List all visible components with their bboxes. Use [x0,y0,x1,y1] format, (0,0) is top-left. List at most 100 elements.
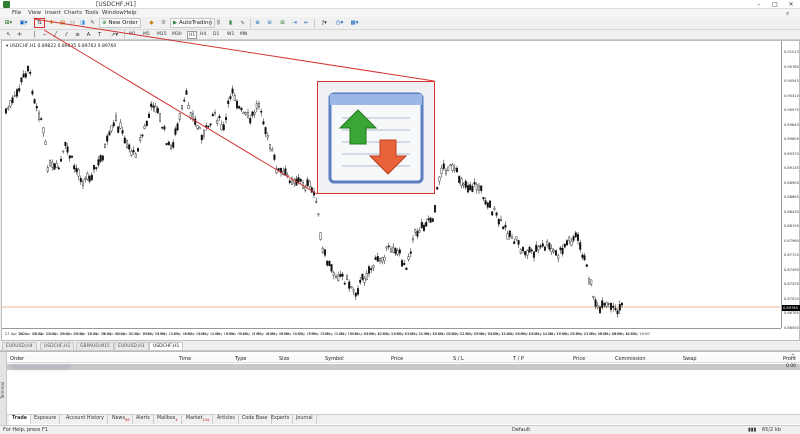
tab-articles[interactable]: Articles [214,415,239,424]
chart-shift-icon[interactable]: ⇤ [302,18,311,28]
chart-tab[interactable]: USDCHF,H1 [40,342,75,350]
close-button[interactable]: ✕ [784,0,798,9]
candle-body [167,141,170,146]
col-profit[interactable]: Profit [783,356,796,362]
chart-tab-active[interactable]: USDCHF,H1 [149,342,184,350]
market-watch-icon[interactable]: ⇅ [34,18,45,28]
tab-label: Market [186,416,203,421]
tab-alerts[interactable]: Alerts [133,415,154,424]
candle-body [537,246,540,250]
line-chart-icon[interactable]: ∿ [238,18,247,28]
menu-window[interactable]: Window [102,10,124,16]
chart-tab[interactable]: GBPAUD,M15 [76,342,114,350]
indicators-icon[interactable]: ƒ▾ [318,18,331,28]
menu-file[interactable]: File [12,10,21,16]
chart-tab[interactable]: EURUSD,H1 [114,342,149,350]
new-chart-icon[interactable]: ⊞▾ [2,18,15,28]
candle-body [539,245,542,248]
col-swap[interactable]: Swap [683,356,697,362]
trendline-icon[interactable]: ╱ [51,30,60,39]
menu-insert[interactable]: Insert [45,10,61,16]
new-order-button[interactable]: ⊕ New Order [99,18,141,28]
horizontal-line-icon[interactable]: ─ [40,30,49,39]
timeframe-m1[interactable]: M1 [129,31,136,39]
timeframe-h4[interactable]: H4 [200,31,206,39]
candle-body [249,118,252,124]
timeframe-w1[interactable]: W1 [227,31,234,39]
candle-body [412,238,415,241]
data-window-icon[interactable]: ▤ [58,18,67,28]
price-tick-label: 0.89605 [784,137,799,141]
zoom-in-icon[interactable]: ⊕ [253,18,262,28]
scroll-chart-icon[interactable]: ⇥ [290,18,299,28]
col-tp[interactable]: T / P [513,356,524,362]
text-tool-icon[interactable]: A [84,30,93,39]
tab-exposure[interactable]: Exposure [31,415,61,424]
menu-help[interactable]: Help [124,10,137,16]
terminal-side-bar[interactable]: Terminal [0,352,7,426]
candle-body [530,249,533,252]
timeframe-h1[interactable]: H1 [187,31,198,39]
candle-body [614,308,617,310]
candle-body [467,185,470,193]
timeframe-d1[interactable]: D1 [213,31,219,39]
col-size[interactable]: Size [279,356,289,362]
profiles-icon[interactable]: ▣▾ [17,18,30,28]
minimize-button[interactable]: – [752,0,766,9]
candle-body [555,250,558,256]
timeframe-mn[interactable]: MN [240,31,247,39]
col-type[interactable]: Type [235,356,246,362]
tab-market[interactable]: Market134 [183,415,214,424]
zoom-out-icon[interactable]: ⊖ [265,18,274,28]
strategy-tester-icon[interactable]: ◨ [78,18,87,28]
candle-body [158,113,161,121]
col-time[interactable]: Time [179,356,191,362]
candle-body [51,161,54,168]
toolbar-separator [314,19,315,28]
options-icon[interactable]: ⚙ [159,18,168,28]
timeframe-m30[interactable]: M30 [172,31,182,39]
candle-body [352,289,355,292]
balance-row[interactable]: 0.00 [7,364,800,370]
tab-mailbox[interactable]: Mailbox4 [154,415,182,424]
tab-account-history[interactable]: Account History [63,415,108,424]
candlestick-icon[interactable]: ▮ [226,18,235,28]
bar-chart-icon[interactable]: ⫼ [214,18,223,28]
metaeditor-icon[interactable]: ✎ [88,18,97,28]
menu-charts[interactable]: Charts [64,10,82,16]
col-price[interactable]: Price [391,356,403,362]
timeframe-m15[interactable]: M15 [157,31,167,39]
periods-icon[interactable]: ◷▾ [333,18,346,28]
navigator-icon[interactable]: ✚ [47,18,56,28]
col-commission[interactable]: Commission [615,356,646,362]
candle-body [211,114,214,117]
tab-experts[interactable]: Experts [268,415,294,424]
col-symbol[interactable]: Symbol [325,356,344,362]
candle-body [420,222,423,229]
menu-view[interactable]: View [28,10,41,16]
timeframe-m5[interactable]: M5 [143,31,150,39]
candle-body [581,254,584,258]
templates-icon[interactable]: ▦▾ [348,18,361,28]
maximize-button[interactable]: □ [768,0,782,9]
vertical-line-icon[interactable]: │ [30,30,39,39]
fibonacci-icon[interactable]: ≡ [73,30,82,39]
chart-tab[interactable]: EURUSD,H4 [2,342,37,350]
arrows-icon[interactable]: ➚▾ [108,30,121,39]
col-order[interactable]: Order [10,356,24,362]
tab-news[interactable]: News99 [109,415,134,424]
terminal-icon[interactable]: ▭ [68,18,77,28]
crosshair-icon[interactable]: ✛ [15,30,24,39]
cursor-icon[interactable]: ↖ [4,30,13,39]
col-price-current[interactable]: Price [573,356,585,362]
tab-journal[interactable]: Journal [293,415,317,424]
signals-icon[interactable]: ◆ [147,18,156,28]
tile-windows-icon[interactable]: ⊞ [278,18,287,28]
col-sl[interactable]: S / L [453,356,464,362]
tab-code-base[interactable]: Code Base [239,415,272,424]
menu-tools[interactable]: Tools [85,10,99,16]
channel-icon[interactable]: ⫽ [62,30,71,39]
autotrading-button[interactable]: ▶ AutoTrading [170,18,215,28]
tab-trade[interactable]: Trade [9,415,32,424]
text-label-icon[interactable]: T [95,30,104,39]
